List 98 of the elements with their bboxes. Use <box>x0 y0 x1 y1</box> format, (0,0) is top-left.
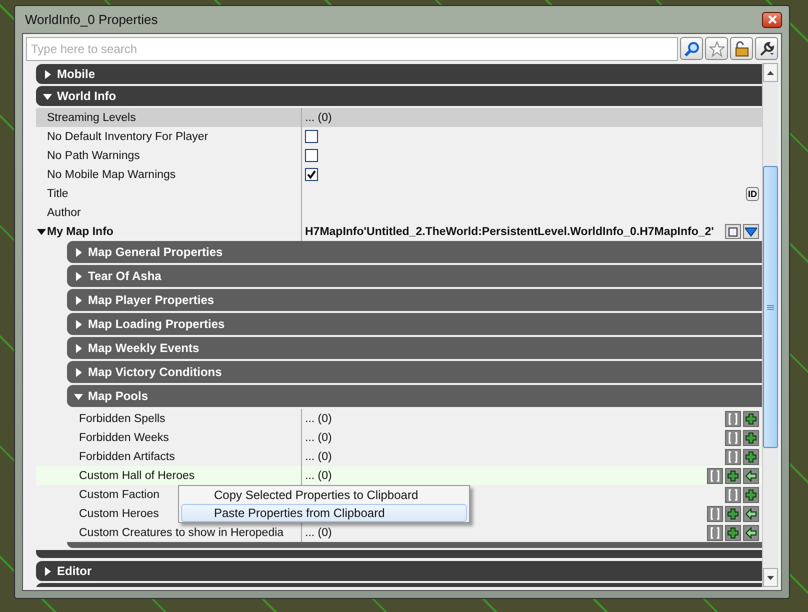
category-header[interactable]: Editor <box>36 561 762 581</box>
property-name: No Default Inventory For Player <box>47 130 208 142</box>
property-row[interactable]: No Path Warnings <box>36 146 762 165</box>
property-value: ... (0) <box>305 450 332 462</box>
add-button[interactable] <box>743 410 759 426</box>
brackets-icon <box>727 488 739 500</box>
close-button[interactable] <box>762 12 782 28</box>
property-name: Forbidden Spells <box>79 412 166 424</box>
property-name: Forbidden Artifacts <box>79 450 175 462</box>
menu-item[interactable]: Paste Properties from Clipboard <box>181 504 467 522</box>
search-button[interactable] <box>680 37 703 60</box>
property-name: Streaming Levels <box>47 112 136 124</box>
property-name: Custom Faction <box>79 488 160 500</box>
search-icon <box>684 40 700 56</box>
empty-button[interactable] <box>725 448 741 464</box>
group-header[interactable]: Map Loading Properties <box>67 313 762 335</box>
category-header[interactable]: World Info <box>36 86 762 106</box>
property-name: No Mobile Map Warnings <box>47 168 176 180</box>
property-value: ... (0) <box>305 432 332 444</box>
property-value: ... (0) <box>305 412 332 424</box>
group-header[interactable]: Map Pools <box>67 385 762 407</box>
wrench-icon <box>758 40 774 56</box>
property-value: ... (0) <box>305 470 332 482</box>
property-row[interactable]: Custom Hall of Heroes ... (0) <box>36 466 762 485</box>
empty-button[interactable] <box>707 524 723 540</box>
add-button[interactable] <box>743 430 759 446</box>
scroll-down-button[interactable] <box>763 568 778 587</box>
plus-icon <box>727 508 739 520</box>
property-name: My Map Info <box>47 226 114 238</box>
property-row[interactable]: Forbidden Spells ... (0) <box>36 409 762 428</box>
group-header[interactable]: Map Weekly Events <box>67 337 762 359</box>
add-button[interactable] <box>725 468 741 484</box>
checkbox[interactable] <box>305 168 318 181</box>
plus-icon <box>727 470 739 482</box>
id-button[interactable]: ID <box>746 186 759 200</box>
search-field[interactable]: Type here to search <box>26 37 678 61</box>
brackets-icon <box>709 508 721 520</box>
window-title: WorldInfo_0 Properties <box>24 12 159 27</box>
property-value: H7MapInfo'Untitled_2.TheWorld:PersistentLevel.WorldInfo_0.H7MapInfo_2' <box>305 226 714 238</box>
brackets-icon <box>709 526 721 538</box>
arrow-down-icon <box>767 576 774 580</box>
plus-icon <box>745 450 757 462</box>
plus-icon <box>727 526 739 538</box>
arrow-left-icon <box>745 470 757 482</box>
arrow-up-icon <box>767 70 774 74</box>
group-header[interactable]: Map Victory Conditions <box>67 361 762 383</box>
scroll-up-button[interactable] <box>763 63 778 82</box>
property-name: Custom Creatures to show in Heropedia <box>79 526 284 538</box>
square-button[interactable] <box>725 224 741 239</box>
property-name: Custom Heroes <box>79 508 159 520</box>
property-row[interactable]: No Default Inventory For Player <box>36 127 762 146</box>
add-button[interactable] <box>743 448 759 464</box>
property-name: Author <box>47 206 81 218</box>
property-value: ... (0) <box>305 526 332 538</box>
add-button[interactable] <box>725 524 741 540</box>
empty-button[interactable] <box>725 410 741 426</box>
property-value: ... (0) <box>305 112 332 124</box>
category-header[interactable]: Mobile <box>36 64 762 84</box>
property-name: Forbidden Weeks <box>79 432 169 444</box>
close-icon <box>768 15 776 24</box>
group-header[interactable]: Map Player Properties <box>67 289 762 311</box>
checkbox[interactable] <box>305 149 318 162</box>
property-row[interactable]: No Mobile Map Warnings <box>36 165 762 184</box>
add-button[interactable] <box>725 506 741 522</box>
arrow-left-icon <box>745 526 757 538</box>
add-button[interactable] <box>743 486 759 502</box>
lock-icon <box>734 40 750 56</box>
plus-icon <box>745 488 757 500</box>
brackets-icon <box>709 470 721 482</box>
dropdown-button[interactable] <box>743 224 759 239</box>
lock-button[interactable] <box>730 37 753 60</box>
insert-button[interactable] <box>743 524 759 540</box>
scroll-thumb[interactable] <box>763 166 778 448</box>
property-row[interactable]: Streaming Levels ... (0) <box>36 108 762 127</box>
wrench-button[interactable] <box>755 37 778 60</box>
group-header[interactable]: Map General Properties <box>67 241 762 263</box>
plus-icon <box>745 432 757 444</box>
star-button[interactable] <box>705 37 728 60</box>
property-name: Title <box>47 188 68 200</box>
property-name: Custom Hall of Heroes <box>79 470 195 482</box>
star-icon <box>708 40 724 56</box>
grip-icon <box>767 304 774 310</box>
brackets-icon <box>727 450 739 462</box>
scrollbar[interactable] <box>762 63 778 587</box>
property-name: No Path Warnings <box>47 150 140 162</box>
property-row[interactable]: Forbidden Weeks ... (0) <box>36 428 762 447</box>
empty-button[interactable] <box>707 506 723 522</box>
brackets-icon <box>727 432 739 444</box>
empty-button[interactable] <box>725 486 741 502</box>
insert-button[interactable] <box>743 506 759 522</box>
checkbox[interactable] <box>305 130 318 143</box>
group-header[interactable]: Tear Of Asha <box>67 265 762 287</box>
brackets-icon <box>727 412 739 424</box>
arrow-left-icon <box>745 508 757 520</box>
menu-item[interactable]: Copy Selected Properties to Clipboard <box>181 486 467 504</box>
plus-icon <box>745 412 757 424</box>
empty-button[interactable] <box>725 430 741 446</box>
insert-button[interactable] <box>743 468 759 484</box>
